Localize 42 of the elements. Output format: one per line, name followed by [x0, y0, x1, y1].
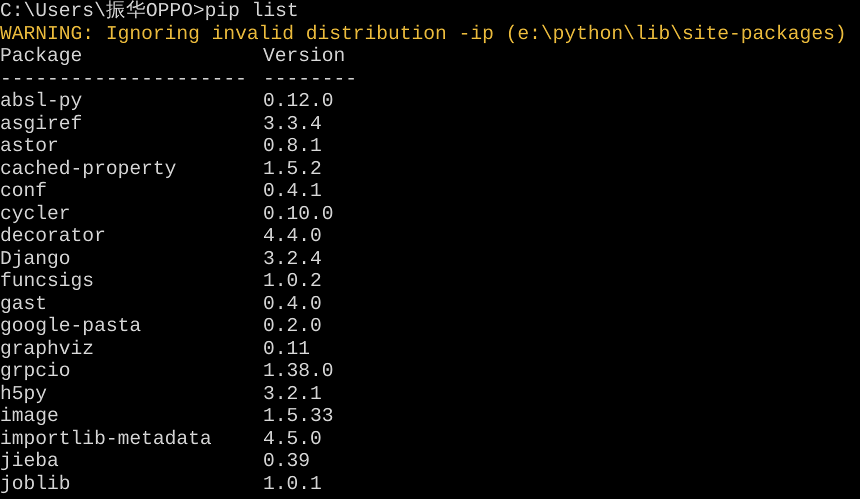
- package-version: 0.4.0: [263, 292, 322, 314]
- package-name: graphviz: [0, 338, 94, 360]
- package-version: 0.12.0: [263, 90, 334, 112]
- package-name: decorator: [0, 225, 106, 247]
- package-version: 0.8.1: [263, 135, 322, 157]
- package-version: 3.2.4: [263, 248, 322, 270]
- package-name: importlib-metadata: [0, 428, 212, 450]
- column-header: Version: [263, 45, 346, 67]
- package-name: jieba: [0, 450, 59, 472]
- package-name: grpcio: [0, 360, 71, 382]
- package-version: 0.39: [263, 450, 310, 472]
- package-version: 1.5.33: [263, 405, 334, 427]
- package-name: image: [0, 405, 59, 427]
- package-name: asgiref: [0, 112, 82, 134]
- package-version: 0.11: [263, 338, 310, 360]
- package-name: funcsigs: [0, 270, 94, 292]
- package-name: absl-py: [0, 90, 82, 112]
- package-version: 1.0.1: [263, 472, 322, 494]
- package-name: cycler: [0, 202, 71, 224]
- package-version: 4.4.0: [263, 225, 322, 247]
- package-version: 3.2.1: [263, 382, 322, 404]
- column-rule: ---------------------: [0, 68, 247, 90]
- package-name: joblib: [0, 472, 71, 494]
- package-version: 1.5.2: [263, 158, 322, 180]
- package-version: 0.2.0: [263, 315, 322, 337]
- package-name: astor: [0, 135, 59, 157]
- package-name: google-pasta: [0, 315, 142, 337]
- package-name: conf: [0, 180, 48, 202]
- package-version: 0.10.0: [263, 202, 334, 224]
- column-header: Package: [0, 45, 82, 67]
- package-name: h5py: [0, 382, 48, 404]
- package-version: 1.38.0: [263, 360, 334, 382]
- package-version: 1.0.2: [263, 270, 322, 292]
- column-rule: --------: [263, 68, 358, 90]
- package-name: Django: [0, 248, 71, 270]
- package-version: 0.4.1: [263, 180, 322, 202]
- warning-message: WARNING: Ignoring invalid distribution -ip (e:\python\lib\site-packages): [0, 22, 847, 44]
- package-name: cached-property: [0, 158, 176, 180]
- package-version: 3.3.4: [263, 112, 322, 134]
- package-name: gast: [0, 292, 48, 314]
- command-line: C:\Users\振华OPPO>pip list: [0, 0, 299, 22]
- package-version: 4.5.0: [263, 428, 322, 450]
